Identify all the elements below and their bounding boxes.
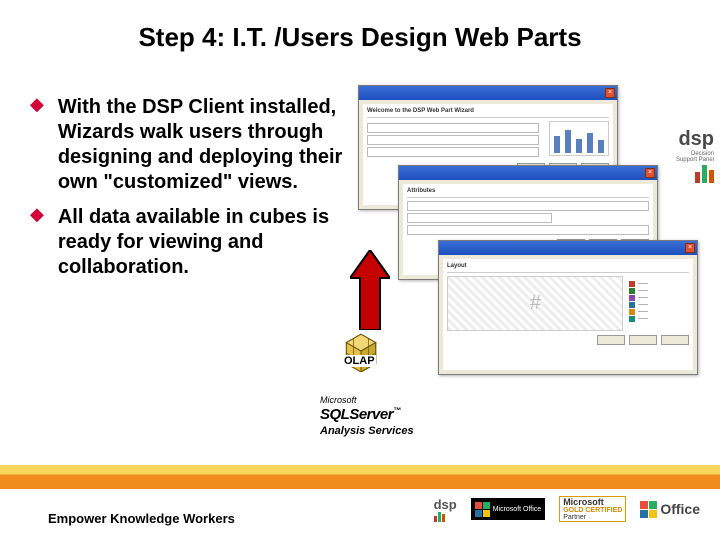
diamond-bullet-icon: ◆ [30, 205, 44, 223]
footer-logos: dsp Microsoft Office Microsoft GOLD CERT… [434, 496, 700, 522]
close-icon: × [685, 243, 695, 253]
bullet-list: ◆ With the DSP Client installed, Wizards… [30, 95, 350, 290]
diamond-bullet-icon: ◆ [30, 95, 44, 113]
bullet-text: With the DSP Client installed, Wizards w… [58, 95, 350, 195]
footer-ms-office-logo: Microsoft Office [471, 498, 546, 520]
wizard-heading: Attributes [407, 188, 435, 194]
sql-product: SQLServer [320, 406, 393, 423]
office-squares-icon [475, 502, 490, 517]
dsp-tagline: Support Panel [676, 157, 714, 163]
close-icon: × [605, 88, 615, 98]
footer-office-logo: Office [640, 496, 700, 522]
dsp-bars-icon [676, 165, 714, 183]
ms-prefix: Microsoft [320, 395, 357, 405]
bullet-text: All data available in cubes is ready for… [58, 205, 350, 280]
up-arrow-icon [350, 250, 390, 330]
close-icon: × [645, 168, 655, 178]
footer-gold-certified-logo: Microsoft GOLD CERTIFIED Partner [559, 496, 626, 522]
wizard-screenshots: × Welcome to the DSP Web Part Wizard [358, 85, 698, 385]
wizard-heading: Layout [447, 263, 467, 269]
slide-title: Step 4: I.T. /Users Design Web Parts [0, 0, 720, 53]
sql-server-logo: Microsoft SQLServer™ Analysis Services [320, 395, 414, 437]
footer-tagline: Empower Knowledge Workers [48, 511, 235, 526]
footer-band [0, 465, 720, 489]
wizard-window-layout: × Layout # —— —— —— —— —— —— [438, 240, 698, 375]
dsp-logo-text: dsp [676, 128, 714, 151]
chart-legend: —— —— —— —— —— —— [629, 280, 689, 331]
office-squares-icon [640, 501, 657, 518]
mini-bar-chart-icon [549, 121, 609, 156]
bullet-item: ◆ With the DSP Client installed, Wizards… [30, 95, 350, 195]
footer-dsp-logo: dsp [434, 496, 457, 522]
dsp-bars-icon [434, 512, 445, 522]
olap-label: OLAP [343, 355, 376, 367]
analysis-services-label: Analysis Services [320, 425, 414, 437]
dsp-logo: dsp Decision Support Panel [676, 128, 714, 183]
wizard-heading: Welcome to the DSP Web Part Wizard [367, 108, 474, 114]
bullet-item: ◆ All data available in cubes is ready f… [30, 205, 350, 280]
